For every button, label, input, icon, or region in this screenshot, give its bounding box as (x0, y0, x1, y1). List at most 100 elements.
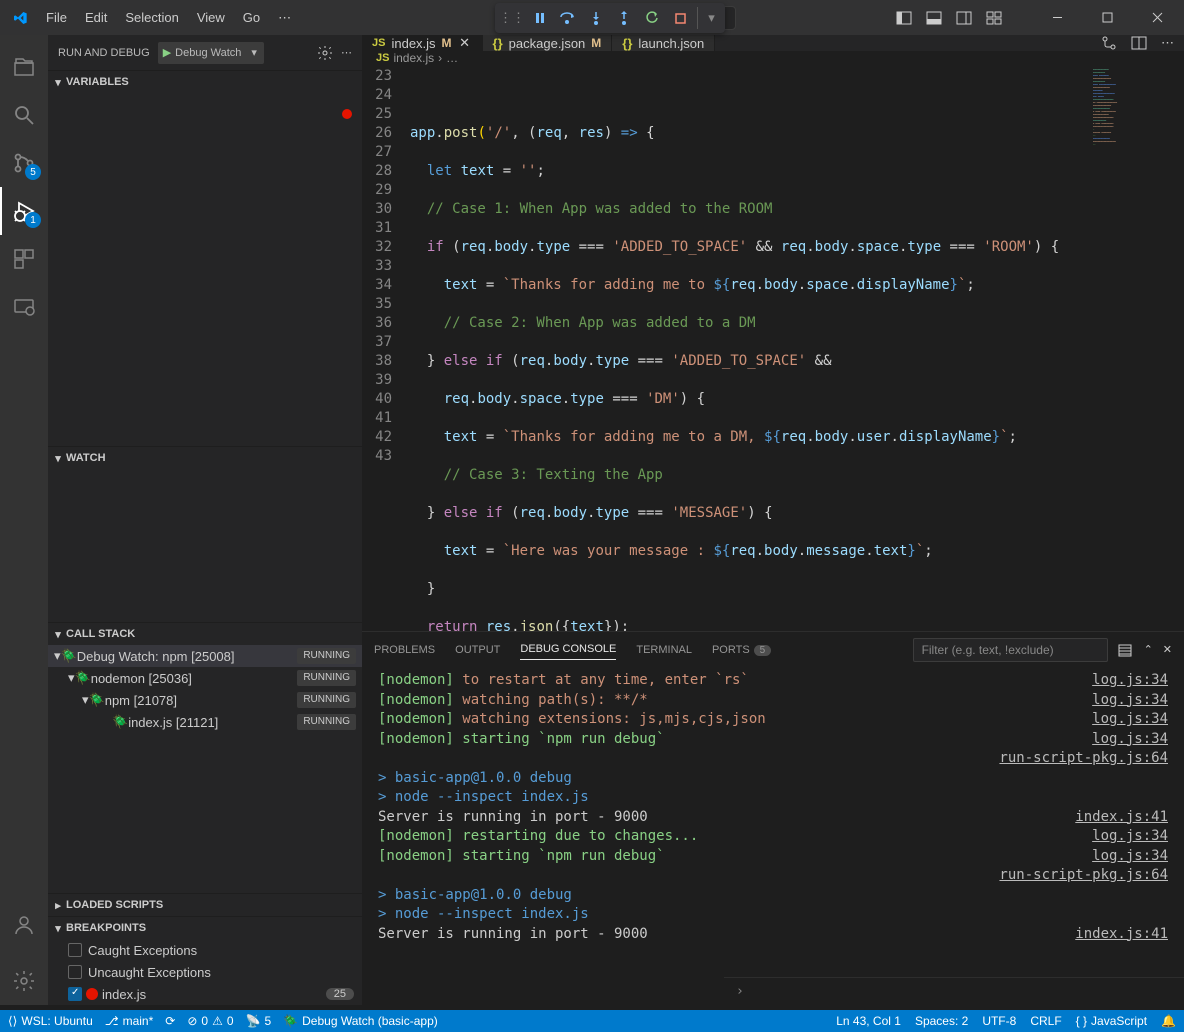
status-spaces[interactable]: Spaces: 2 (915, 1014, 968, 1028)
section-variables[interactable]: ▾VARIABLES (48, 71, 362, 93)
bp-uncaught-exceptions[interactable]: Uncaught Exceptions (54, 961, 362, 983)
bp-file-entry[interactable]: index.js25 (54, 983, 362, 1005)
bp-caught-exceptions[interactable]: Caught Exceptions (54, 939, 362, 961)
debug-drag-handle-icon[interactable]: ⋮⋮ (501, 7, 523, 29)
tab-launch-json[interactable]: {}launch.json (612, 35, 715, 51)
activity-settings[interactable] (0, 957, 48, 1005)
source-link[interactable]: log.js:34 (1092, 847, 1168, 867)
status-problems[interactable]: ⊘0 ⚠0 (187, 1014, 233, 1028)
compare-changes-icon[interactable] (1101, 35, 1117, 51)
console-row: > basic-app@1.0.0 debug (378, 886, 1168, 906)
checkbox-unchecked-icon[interactable] (68, 943, 82, 957)
split-editor-icon[interactable] (1131, 35, 1147, 51)
debug-step-into-icon[interactable] (585, 7, 607, 29)
debug-config-selector[interactable]: ▶ Debug Watch ▾ (158, 42, 264, 64)
debug-pause-icon[interactable] (529, 7, 551, 29)
debug-step-over-icon[interactable] (557, 7, 579, 29)
ellipsis-icon[interactable]: ⋯ (341, 46, 352, 59)
activity-remote[interactable] (0, 283, 48, 331)
activity-debug[interactable]: 1 (0, 187, 48, 235)
menu-bar: File Edit Selection View Go ⋯ (38, 4, 299, 32)
panel-tab-problems[interactable]: PROBLEMS (374, 640, 435, 660)
debug-badge: 1 (25, 212, 41, 228)
source-link[interactable]: run-script-pkg.js:64 (999, 866, 1168, 886)
tab-index-js[interactable]: JSindex.jsM✕ (362, 35, 483, 51)
tab-package-json[interactable]: {}package.jsonM (483, 35, 613, 51)
antenna-icon: 📡 (246, 1014, 261, 1028)
activity-extensions[interactable] (0, 235, 48, 283)
source-link[interactable]: log.js:34 (1092, 691, 1168, 711)
menu-selection[interactable]: Selection (117, 4, 186, 32)
panel-tab-output[interactable]: OUTPUT (455, 640, 500, 660)
status-language[interactable]: { }JavaScript (1076, 1014, 1147, 1028)
console-row: [nodemon] restarting due to changes...lo… (378, 827, 1168, 847)
callstack-process[interactable]: ▾🪲npm [21078]RUNNING (48, 689, 362, 711)
status-remote[interactable]: ⟨⟩WSL: Ubuntu (8, 1014, 93, 1028)
source-link[interactable]: log.js:34 (1092, 671, 1168, 691)
activity-explorer[interactable] (0, 43, 48, 91)
checkbox-checked-icon[interactable] (68, 987, 82, 1001)
source-link[interactable]: log.js:34 (1092, 730, 1168, 750)
layout-panel-icon[interactable] (926, 10, 942, 26)
error-icon: ⊘ (187, 1014, 197, 1028)
debug-toolbar[interactable]: ⋮⋮ ▾ (495, 3, 725, 33)
layout-secondary-icon[interactable] (956, 10, 972, 26)
debug-step-out-icon[interactable] (613, 7, 635, 29)
sidebar: RUN AND DEBUG ▶ Debug Watch ▾ ⋯ ▾VARIABL… (48, 35, 362, 1005)
menu-view[interactable]: View (189, 4, 233, 32)
debug-stop-icon[interactable] (669, 7, 691, 29)
activity-search[interactable] (0, 91, 48, 139)
panel-filter-input[interactable]: Filter (e.g. text, !exclude) (913, 638, 1108, 662)
debug-console-input[interactable]: › (724, 977, 1184, 1005)
section-breakpoints[interactable]: ▾BREAKPOINTS (48, 917, 362, 939)
menu-edit[interactable]: Edit (77, 4, 115, 32)
panel-tab-debug-console[interactable]: DEBUG CONSOLE (520, 639, 616, 660)
section-watch[interactable]: ▾WATCH (48, 447, 362, 469)
panel-clear-icon[interactable] (1118, 642, 1134, 658)
console-row: Server is running in port - 9000index.js… (378, 808, 1168, 828)
source-link[interactable]: log.js:34 (1092, 710, 1168, 730)
window-close[interactable] (1138, 0, 1176, 35)
source-link[interactable]: index.js:41 (1075, 925, 1168, 945)
panel-tab-ports[interactable]: PORTS5 (712, 640, 771, 660)
status-debug-session[interactable]: 🪲Debug Watch (basic-app) (283, 1014, 438, 1028)
breadcrumb[interactable]: JS index.js › … (362, 51, 1184, 65)
layout-primary-icon[interactable] (896, 10, 912, 26)
menu-more[interactable]: ⋯ (270, 4, 299, 32)
window-maximize[interactable] (1088, 0, 1126, 35)
status-notifications[interactable]: 🔔 (1161, 1014, 1176, 1028)
scm-badge: 5 (25, 164, 41, 180)
debug-restart-icon[interactable] (641, 7, 663, 29)
debug-select-session-icon[interactable]: ▾ (697, 7, 719, 29)
branch-icon: ⎇ (105, 1014, 119, 1028)
status-branch[interactable]: ⎇main* (105, 1014, 154, 1028)
chevron-up-icon[interactable]: ⌃ (1144, 643, 1153, 656)
source-link[interactable]: log.js:34 (1092, 827, 1168, 847)
more-actions-icon[interactable]: ⋯ (1161, 35, 1174, 51)
status-eol[interactable]: CRLF (1030, 1014, 1061, 1028)
close-icon[interactable]: ✕ (458, 35, 472, 51)
activity-scm[interactable]: 5 (0, 139, 48, 187)
source-link[interactable]: index.js:41 (1075, 808, 1168, 828)
layout-customize-icon[interactable] (986, 10, 1002, 26)
callstack-session[interactable]: ▾🪲Debug Watch: npm [25008]RUNNING (48, 645, 362, 667)
callstack-process[interactable]: ▾🪲nodemon [25036]RUNNING (48, 667, 362, 689)
menu-file[interactable]: File (38, 4, 75, 32)
panel-tab-terminal[interactable]: TERMINAL (636, 640, 692, 660)
status-cursor-pos[interactable]: Ln 43, Col 1 (836, 1014, 901, 1028)
section-callstack[interactable]: ▾CALL STACK (48, 623, 362, 645)
status-sync[interactable]: ⟳ (165, 1014, 175, 1028)
status-bar: ⟨⟩WSL: Ubuntu ⎇main* ⟳ ⊘0 ⚠0 📡5 🪲Debug W… (0, 1010, 1184, 1032)
menu-go[interactable]: Go (235, 4, 268, 32)
status-ports[interactable]: 📡5 (246, 1014, 272, 1028)
activity-accounts[interactable] (0, 901, 48, 949)
source-link[interactable]: run-script-pkg.js:64 (999, 749, 1168, 769)
checkbox-unchecked-icon[interactable] (68, 965, 82, 979)
gear-icon[interactable] (317, 45, 333, 61)
window-minimize[interactable] (1038, 0, 1076, 35)
section-loaded-scripts[interactable]: ▸LOADED SCRIPTS (48, 894, 362, 916)
close-icon[interactable]: ✕ (1163, 643, 1172, 656)
status-encoding[interactable]: UTF-8 (982, 1014, 1016, 1028)
callstack-process[interactable]: 🪲index.js [21121]RUNNING (48, 711, 362, 733)
debug-console-output[interactable]: [nodemon] to restart at any time, enter … (362, 667, 1184, 1005)
